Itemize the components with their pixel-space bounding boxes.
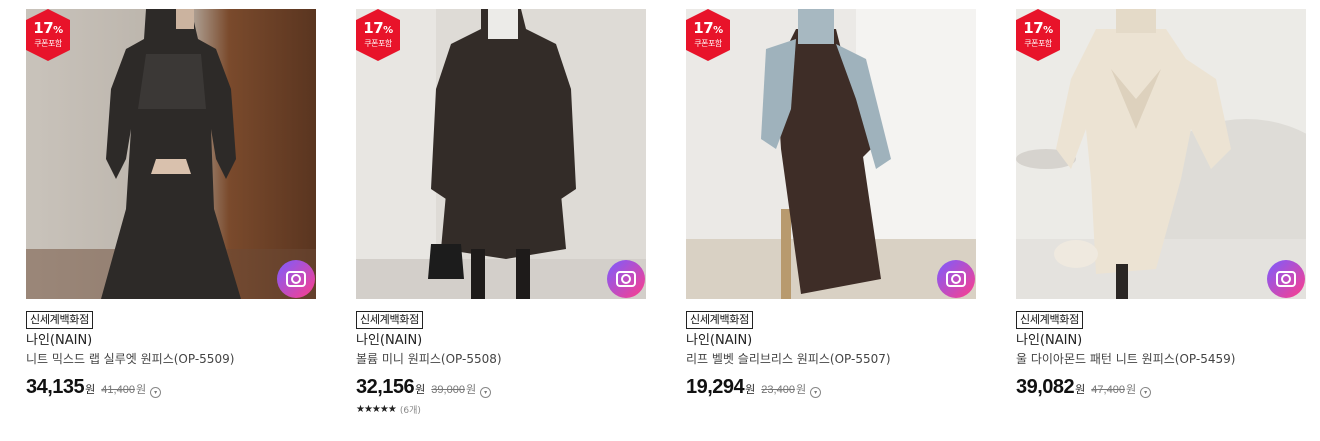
price-row: 34,135 원 41,400 원 ▾ xyxy=(26,376,316,399)
currency-unit: 원 xyxy=(135,383,147,396)
camera-icon[interactable] xyxy=(606,259,646,299)
product-name[interactable]: 울 다이아몬드 패턴 니트 원피스(OP-5459) xyxy=(1016,352,1306,367)
product-image[interactable]: 17% 쿠폰포함 xyxy=(356,9,646,299)
currency-unit: 원 xyxy=(1075,383,1086,396)
currency-unit: 원 xyxy=(1125,383,1137,396)
product-image[interactable]: 17% 쿠폰포함 xyxy=(686,9,976,299)
store-badge: 신세계백화점 xyxy=(1016,311,1083,329)
discount-rate: 17 xyxy=(1023,18,1044,37)
discount-badge: 17% 쿠폰포함 xyxy=(686,9,730,61)
price-row: 19,294 원 23,400 원 ▾ xyxy=(686,376,976,399)
camera-icon[interactable] xyxy=(276,259,316,299)
currency-unit: 원 xyxy=(465,383,477,396)
coupon-included-label: 쿠폰포함 xyxy=(694,38,722,48)
chevron-down-circle-icon[interactable]: ▾ xyxy=(810,387,822,398)
sale-price: 34,135 xyxy=(26,376,85,398)
discount-rate: 17 xyxy=(693,18,714,37)
camera-icon[interactable] xyxy=(936,259,976,299)
product-image[interactable]: 17% 쿠폰포함 xyxy=(26,9,316,299)
sale-price: 39,082 xyxy=(1016,376,1075,398)
store-badge: 신세계백화점 xyxy=(686,311,753,329)
product-brand[interactable]: 나인(NAIN) xyxy=(686,333,976,349)
product-brand[interactable]: 나인(NAIN) xyxy=(1016,333,1306,349)
product-image[interactable]: 17% 쿠폰포함 xyxy=(1016,9,1306,299)
original-price: 47,400 xyxy=(1091,384,1125,396)
star-rating: ★★★★★ xyxy=(356,404,397,415)
product-brand[interactable]: 나인(NAIN) xyxy=(356,333,646,349)
currency-unit: 원 xyxy=(415,383,426,396)
price-row: 39,082 원 47,400 원 ▾ xyxy=(1016,376,1306,399)
product-card[interactable]: 17% 쿠폰포함 신세계백화점 나인(NAIN) 니트 믹스드 랩 실루엣 원피… xyxy=(26,9,316,399)
coupon-included-label: 쿠폰포함 xyxy=(1024,38,1052,48)
currency-unit: 원 xyxy=(85,383,96,396)
product-name[interactable]: 리프 벨벳 슬리브리스 원피스(OP-5507) xyxy=(686,352,976,367)
product-card[interactable]: 17% 쿠폰포함 신세계백화점 나인(NAIN) 볼륨 미니 원피스(OP-55… xyxy=(356,9,646,416)
store-badge: 신세계백화점 xyxy=(26,311,93,329)
sale-price: 19,294 xyxy=(686,376,745,398)
original-price: 39,000 xyxy=(431,384,465,396)
discount-rate: 17 xyxy=(363,18,384,37)
sale-price: 32,156 xyxy=(356,376,415,398)
product-card[interactable]: 17% 쿠폰포함 신세계백화점 나인(NAIN) 리프 벨벳 슬리브리스 원피스… xyxy=(686,9,976,399)
original-price: 23,400 xyxy=(761,384,795,396)
product-grid: 17% 쿠폰포함 신세계백화점 나인(NAIN) 니트 믹스드 랩 실루엣 원피… xyxy=(0,0,1320,441)
chevron-down-circle-icon[interactable]: ▾ xyxy=(150,387,162,398)
currency-unit: 원 xyxy=(795,383,807,396)
chevron-down-circle-icon[interactable]: ▾ xyxy=(480,387,492,398)
discount-badge: 17% 쿠폰포함 xyxy=(1016,9,1060,61)
chevron-down-circle-icon[interactable]: ▾ xyxy=(1140,387,1152,398)
coupon-included-label: 쿠폰포함 xyxy=(34,38,62,48)
original-price: 41,400 xyxy=(101,384,135,396)
product-name[interactable]: 니트 믹스드 랩 실루엣 원피스(OP-5509) xyxy=(26,352,316,367)
store-badge: 신세계백화점 xyxy=(356,311,423,329)
camera-icon[interactable] xyxy=(1266,259,1306,299)
coupon-included-label: 쿠폰포함 xyxy=(364,38,392,48)
discount-badge: 17% 쿠폰포함 xyxy=(356,9,400,61)
discount-badge: 17% 쿠폰포함 xyxy=(26,9,70,61)
product-card[interactable]: 17% 쿠폰포함 신세계백화점 나인(NAIN) 울 다이아몬드 패턴 니트 원… xyxy=(1016,9,1306,399)
currency-unit: 원 xyxy=(745,383,756,396)
rating: ★★★★★ (6개) xyxy=(356,403,646,416)
price-row: 32,156 원 39,000 원 ▾ xyxy=(356,376,646,399)
review-count: (6개) xyxy=(399,406,421,416)
product-name[interactable]: 볼륨 미니 원피스(OP-5508) xyxy=(356,352,646,367)
product-brand[interactable]: 나인(NAIN) xyxy=(26,333,316,349)
discount-rate: 17 xyxy=(33,18,54,37)
